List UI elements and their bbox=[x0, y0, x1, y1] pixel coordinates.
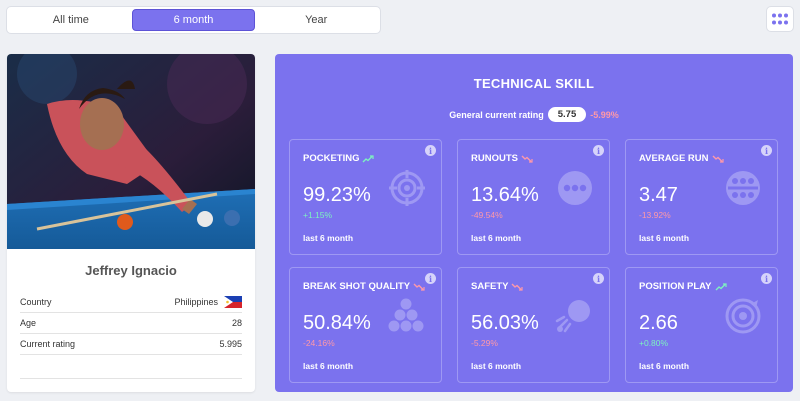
grid-dots-icon bbox=[772, 13, 788, 25]
info-row-age: Age 28 bbox=[20, 313, 242, 334]
position-target-icon bbox=[725, 298, 761, 334]
stat-delta: -5.29% bbox=[471, 338, 498, 348]
menu-button[interactable] bbox=[766, 6, 794, 32]
rack-icon bbox=[388, 298, 424, 332]
stat-card-average-run: AVERAGE RUN i 3.47 -13.92% last 6 month bbox=[625, 139, 778, 255]
info-label: Country bbox=[20, 297, 52, 307]
period-tabs: All time 6 month Year bbox=[6, 6, 381, 34]
stat-delta: -24.16% bbox=[303, 338, 335, 348]
stat-delta: -13.92% bbox=[639, 210, 671, 220]
target-icon bbox=[389, 170, 425, 206]
philippines-flag-icon bbox=[224, 296, 242, 308]
trend-up-icon bbox=[715, 282, 727, 290]
info-icon[interactable]: i bbox=[425, 145, 436, 156]
tab-6-month[interactable]: 6 month bbox=[131, 9, 256, 31]
stat-period: last 6 month bbox=[471, 361, 522, 371]
rating-label: General current rating bbox=[449, 109, 544, 120]
info-icon[interactable]: i bbox=[425, 273, 436, 284]
info-value: 5.995 bbox=[219, 339, 242, 349]
trend-down-icon bbox=[521, 155, 533, 163]
player-name: Jeffrey Ignacio bbox=[85, 263, 177, 278]
info-label: Age bbox=[20, 318, 37, 328]
player-info-table: Country Philippines Age 28 Current ratin… bbox=[20, 292, 242, 355]
info-icon[interactable]: i bbox=[761, 273, 772, 284]
stat-title: POSITION PLAY bbox=[639, 281, 712, 292]
rating-value-badge: 5.75 bbox=[547, 107, 587, 122]
trend-up-icon bbox=[362, 154, 375, 162]
panel-title: TECHNICAL SKILL bbox=[473, 76, 595, 91]
info-icon[interactable]: i bbox=[593, 273, 604, 284]
stat-delta: +0.80% bbox=[639, 338, 669, 348]
stat-period: last 6 month bbox=[303, 233, 354, 243]
player-photo bbox=[7, 54, 255, 249]
stat-value: 3.47 bbox=[639, 184, 678, 206]
info-row-country: Country Philippines bbox=[20, 292, 242, 313]
stat-card-safety: SAFETY i 56.03% -5.29% last 6 month bbox=[457, 267, 610, 383]
stat-value: 99.23% bbox=[303, 184, 371, 206]
stat-value: 50.84% bbox=[303, 312, 371, 334]
trend-down-icon bbox=[511, 283, 524, 291]
three-dots-icon bbox=[558, 171, 592, 205]
tab-year[interactable]: Year bbox=[255, 9, 377, 31]
stat-card-runouts: RUNOUTS i 13.64% -49.54% last 6 month bbox=[457, 139, 610, 255]
rating-change: -5.99% bbox=[590, 109, 619, 120]
balls-in-row-icon bbox=[726, 171, 760, 205]
info-value: Philippines bbox=[174, 297, 218, 307]
trend-down-icon bbox=[712, 155, 724, 163]
stat-card-position-play: POSITION PLAY i 2.66 +0.80% last 6 month bbox=[625, 267, 778, 383]
stat-delta: -49.54% bbox=[471, 210, 503, 220]
stat-value: 56.03% bbox=[471, 312, 539, 334]
stat-title: SAFETY bbox=[471, 281, 509, 292]
stat-title: POCKETING bbox=[303, 153, 360, 164]
info-value: 28 bbox=[231, 318, 242, 328]
player-profile-card: Jeffrey Ignacio Country Philippines Age … bbox=[7, 54, 255, 392]
stat-period: last 6 month bbox=[471, 233, 522, 243]
stat-title: AVERAGE RUN bbox=[639, 153, 709, 164]
info-icon[interactable]: i bbox=[593, 145, 604, 156]
empty-info-row bbox=[20, 355, 242, 379]
stat-value: 2.66 bbox=[639, 312, 678, 334]
tab-all-time[interactable]: All time bbox=[10, 9, 132, 31]
trend-down-icon bbox=[413, 283, 425, 291]
stat-delta: +1.15% bbox=[303, 210, 333, 220]
technical-skill-panel: TECHNICAL SKILL General current rating 5… bbox=[275, 54, 793, 392]
info-label: Current rating bbox=[20, 339, 76, 349]
stat-period: last 6 month bbox=[639, 361, 690, 371]
stat-value: 13.64% bbox=[471, 184, 539, 206]
stat-title: BREAK SHOT QUALITY bbox=[303, 281, 411, 292]
info-icon[interactable]: i bbox=[761, 145, 772, 156]
general-rating: General current rating 5.75 -5.99% bbox=[275, 107, 793, 122]
stat-title: RUNOUTS bbox=[471, 153, 518, 164]
stat-card-pocketing: POCKETING i 99.23% +1.15% last 6 month bbox=[289, 139, 442, 255]
stat-card-break-shot-quality: BREAK SHOT QUALITY i 50.84% -24.16% last… bbox=[289, 267, 442, 383]
stat-period: last 6 month bbox=[303, 361, 354, 371]
info-row-current-rating: Current rating 5.995 bbox=[20, 334, 242, 355]
stat-period: last 6 month bbox=[639, 233, 690, 243]
ball-strike-icon bbox=[555, 300, 590, 333]
